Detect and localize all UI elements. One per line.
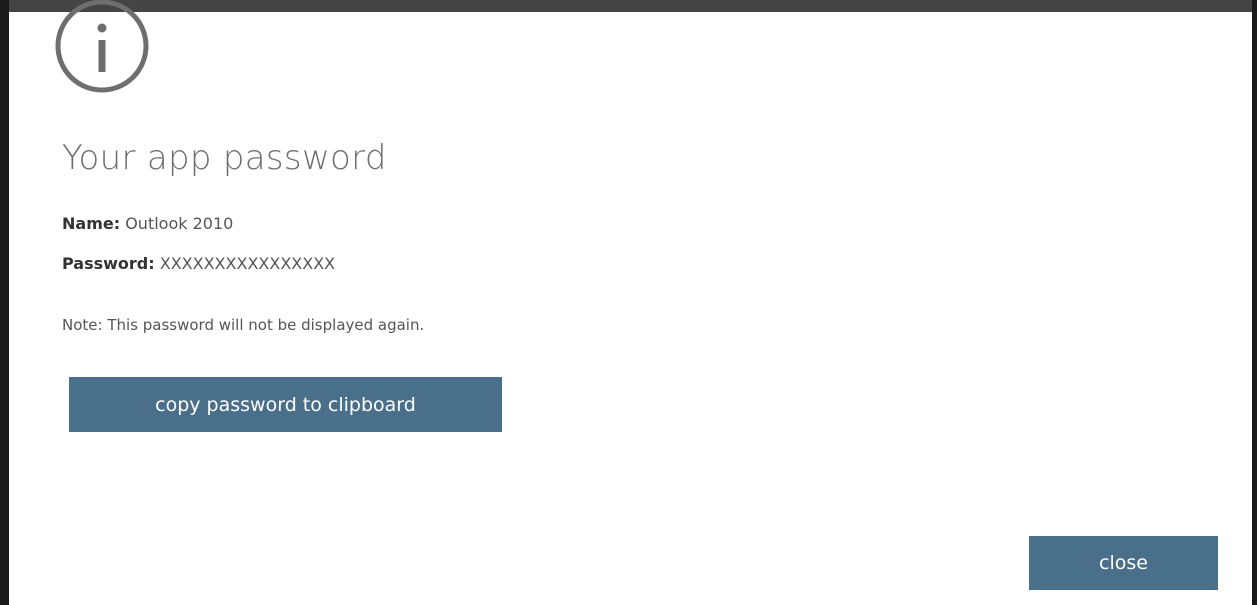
password-field: Password: XXXXXXXXXXXXXXXX: [62, 254, 335, 273]
name-field: Name: Outlook 2010: [62, 214, 233, 233]
name-label: Name:: [62, 214, 121, 233]
name-value: Outlook 2010: [125, 214, 234, 233]
copy-password-button[interactable]: copy password to clipboard: [69, 377, 502, 432]
dialog-title: Your app password: [62, 138, 387, 178]
password-note: Note: This password will not be displaye…: [62, 316, 425, 334]
app-password-dialog: Your app password Name: Outlook 2010 Pas…: [0, 0, 1257, 605]
password-value: XXXXXXXXXXXXXXXX: [159, 254, 336, 273]
info-icon: [55, 0, 149, 93]
password-label: Password:: [62, 254, 155, 273]
dialog-top-border: [0, 0, 1257, 12]
close-button[interactable]: close: [1029, 536, 1218, 590]
dialog-left-border: [0, 0, 9, 605]
dialog-right-border: [1252, 0, 1257, 605]
